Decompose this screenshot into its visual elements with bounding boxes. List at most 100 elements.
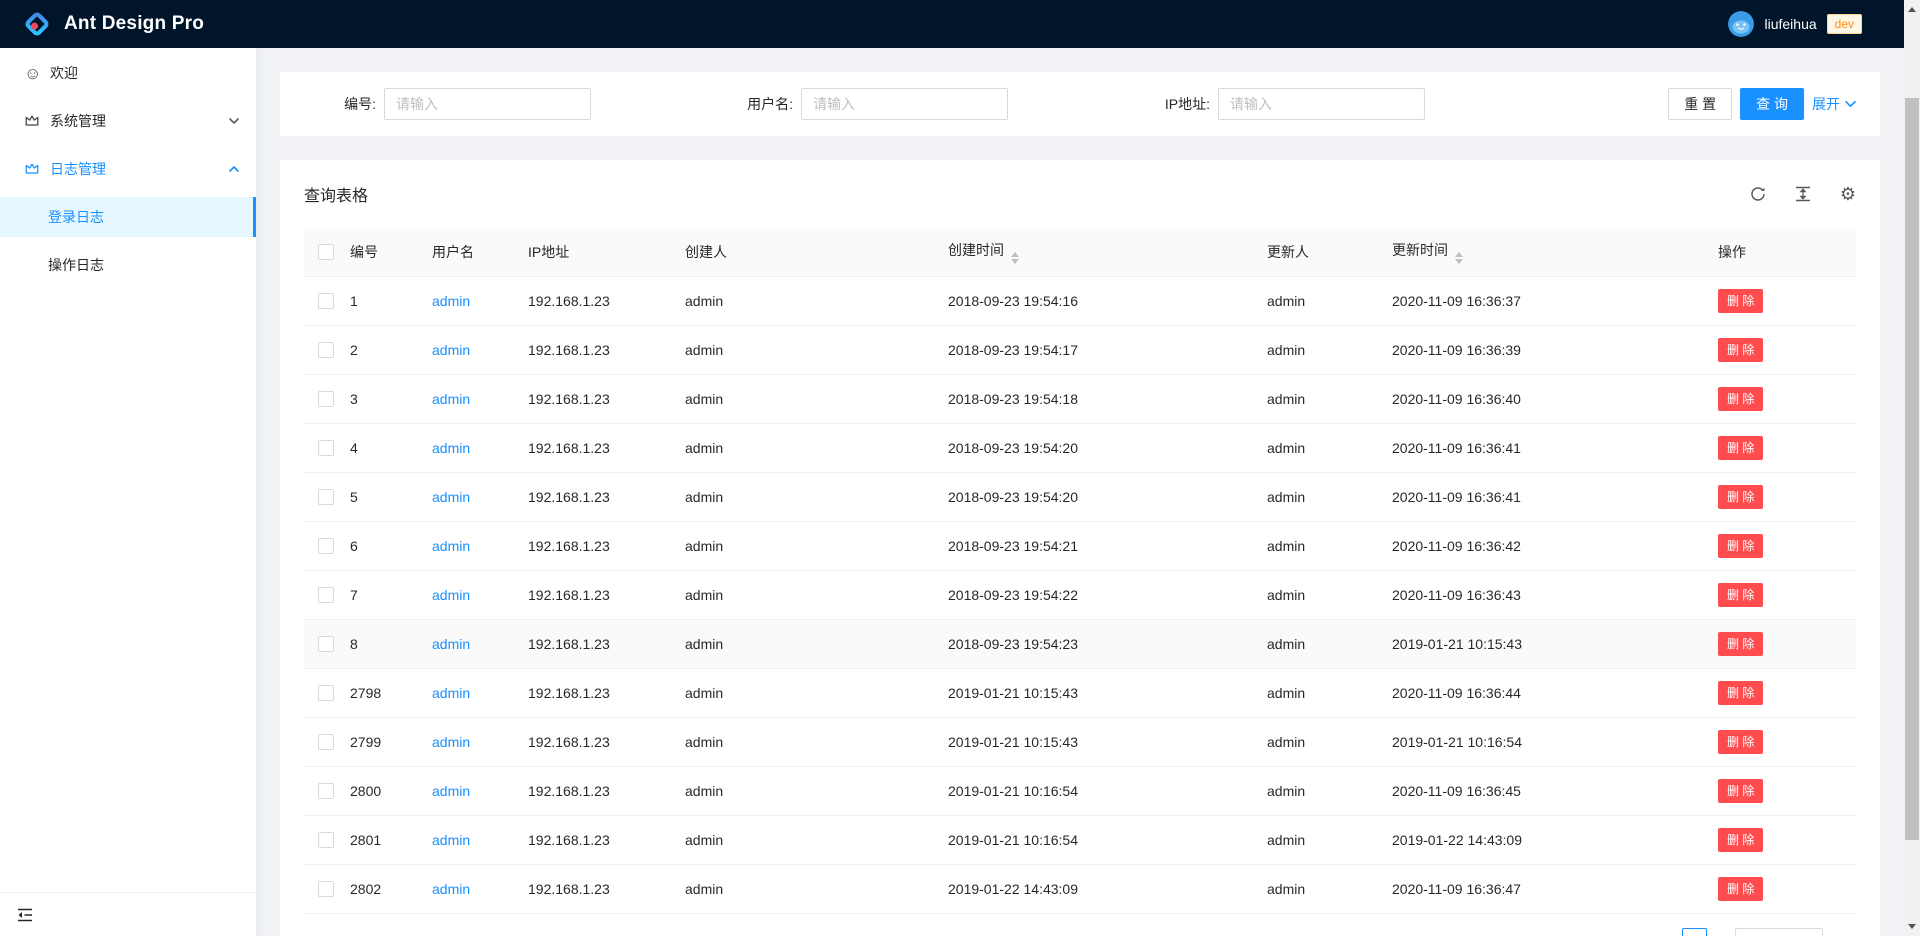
cell-updater: admin xyxy=(1267,570,1392,619)
row-checkbox[interactable] xyxy=(318,881,334,897)
delete-button[interactable]: 删 除 xyxy=(1718,583,1763,607)
reload-icon[interactable] xyxy=(1750,186,1766,202)
cell-ip: 192.168.1.23 xyxy=(528,521,685,570)
delete-button[interactable]: 删 除 xyxy=(1718,632,1763,656)
id-input[interactable] xyxy=(384,88,591,120)
table-row: 7 admin 192.168.1.23 admin 2018-09-23 19… xyxy=(304,570,1856,619)
username-link[interactable]: admin xyxy=(432,489,470,505)
username-link[interactable]: admin xyxy=(432,293,470,309)
delete-button[interactable]: 删 除 xyxy=(1718,828,1763,852)
cell-id: 3 xyxy=(350,374,432,423)
cell-updater: admin xyxy=(1267,325,1392,374)
cell-create-time: 2019-01-22 14:43:09 xyxy=(948,864,1267,913)
query-button[interactable]: 查 询 xyxy=(1740,88,1804,120)
delete-button[interactable]: 删 除 xyxy=(1718,877,1763,901)
username-input[interactable] xyxy=(801,88,1008,120)
chevron-down-icon xyxy=(229,118,239,125)
username-link[interactable]: admin xyxy=(432,636,470,652)
scrollbar-down-arrow[interactable] xyxy=(1908,924,1916,929)
delete-button[interactable]: 删 除 xyxy=(1718,338,1763,362)
column-header-create-time[interactable]: 创建时间 xyxy=(948,228,1267,276)
scrollbar-up-arrow[interactable] xyxy=(1908,7,1916,12)
density-icon[interactable] xyxy=(1795,186,1811,202)
username-link[interactable]: admin xyxy=(432,538,470,554)
column-header-label: 创建时间 xyxy=(948,242,1004,258)
cell-creator: admin xyxy=(685,766,948,815)
username-link[interactable]: admin xyxy=(432,440,470,456)
cell-id: 2801 xyxy=(350,815,432,864)
cell-creator: admin xyxy=(685,570,948,619)
row-checkbox[interactable] xyxy=(318,391,334,407)
sidebar-item-system-management[interactable]: 系统管理 xyxy=(0,101,256,141)
column-header-update-time[interactable]: 更新时间 xyxy=(1392,228,1718,276)
sidebar-menu: ☺ 欢迎 系统管理 日志管理 登录日志 操作日志 xyxy=(0,48,256,892)
username-link[interactable]: admin xyxy=(432,783,470,799)
column-header-action: 操作 xyxy=(1718,228,1856,276)
pagination-active-page[interactable] xyxy=(1682,928,1707,936)
cell-ip: 192.168.1.23 xyxy=(528,276,685,325)
row-checkbox[interactable] xyxy=(318,293,334,309)
row-checkbox[interactable] xyxy=(318,440,334,456)
table-title: 查询表格 xyxy=(304,182,368,206)
username-link[interactable]: admin xyxy=(432,391,470,407)
delete-button[interactable]: 删 除 xyxy=(1718,730,1763,754)
cell-create-time: 2019-01-21 10:16:54 xyxy=(948,766,1267,815)
cell-ip: 192.168.1.23 xyxy=(528,325,685,374)
delete-button[interactable]: 删 除 xyxy=(1718,779,1763,803)
username-link[interactable]: admin xyxy=(432,342,470,358)
cell-ip: 192.168.1.23 xyxy=(528,423,685,472)
username-link[interactable]: admin xyxy=(432,685,470,701)
row-checkbox[interactable] xyxy=(318,587,334,603)
cell-updater: admin xyxy=(1267,717,1392,766)
user-name[interactable]: liufeihua xyxy=(1764,16,1816,32)
sorter-icon[interactable] xyxy=(1455,252,1463,264)
chevron-up-icon xyxy=(229,166,239,173)
sidebar-item-welcome[interactable]: ☺ 欢迎 xyxy=(0,53,256,93)
logo[interactable]: Ant Design Pro xyxy=(22,9,204,39)
delete-button[interactable]: 删 除 xyxy=(1718,436,1763,460)
avatar[interactable] xyxy=(1728,11,1754,37)
username-link[interactable]: admin xyxy=(432,881,470,897)
sidebar-item-operation-log[interactable]: 操作日志 xyxy=(0,245,256,285)
cell-id: 5 xyxy=(350,472,432,521)
delete-button[interactable]: 删 除 xyxy=(1718,534,1763,558)
row-checkbox[interactable] xyxy=(318,489,334,505)
row-checkbox[interactable] xyxy=(318,538,334,554)
login-log-table: 编号 用户名 IP地址 创建人 创建时间 更新人 更新时间 操作 1 admin xyxy=(304,228,1856,914)
scrollbar-thumb[interactable] xyxy=(1905,98,1919,840)
menu-fold-icon[interactable] xyxy=(16,906,34,924)
vertical-scrollbar[interactable] xyxy=(1904,0,1920,936)
username-link[interactable]: admin xyxy=(432,832,470,848)
delete-button[interactable]: 删 除 xyxy=(1718,289,1763,313)
sidebar-item-log-management[interactable]: 日志管理 xyxy=(0,149,256,189)
pagination-page-size-select[interactable] xyxy=(1735,928,1823,936)
reset-button[interactable]: 重 置 xyxy=(1668,88,1732,120)
delete-button[interactable]: 删 除 xyxy=(1718,485,1763,509)
table-body: 1 admin 192.168.1.23 admin 2018-09-23 19… xyxy=(304,276,1856,913)
row-checkbox[interactable] xyxy=(318,342,334,358)
field-id-label: 编号: xyxy=(304,94,376,114)
sidebar-item-login-log[interactable]: 登录日志 xyxy=(0,197,256,237)
delete-button[interactable]: 删 除 xyxy=(1718,387,1763,411)
app-header: Ant Design Pro liufeihua dev xyxy=(0,0,1904,48)
expand-link[interactable]: 展开 xyxy=(1812,94,1856,114)
column-header-creator: 创建人 xyxy=(685,228,948,276)
cell-id: 2 xyxy=(350,325,432,374)
sorter-icon[interactable] xyxy=(1011,252,1019,264)
delete-button[interactable]: 删 除 xyxy=(1718,681,1763,705)
row-checkbox[interactable] xyxy=(318,636,334,652)
username-link[interactable]: admin xyxy=(432,734,470,750)
ip-input[interactable] xyxy=(1218,88,1425,120)
expand-label: 展开 xyxy=(1812,94,1840,114)
cell-ip: 192.168.1.23 xyxy=(528,864,685,913)
row-checkbox[interactable] xyxy=(318,734,334,750)
env-badge: dev xyxy=(1827,14,1862,34)
select-all-checkbox[interactable] xyxy=(318,244,334,260)
settings-gear-icon[interactable]: ⚙ xyxy=(1840,185,1856,203)
row-checkbox[interactable] xyxy=(318,685,334,701)
cell-id: 4 xyxy=(350,423,432,472)
username-link[interactable]: admin xyxy=(432,587,470,603)
row-checkbox[interactable] xyxy=(318,783,334,799)
cell-id: 2798 xyxy=(350,668,432,717)
row-checkbox[interactable] xyxy=(318,832,334,848)
